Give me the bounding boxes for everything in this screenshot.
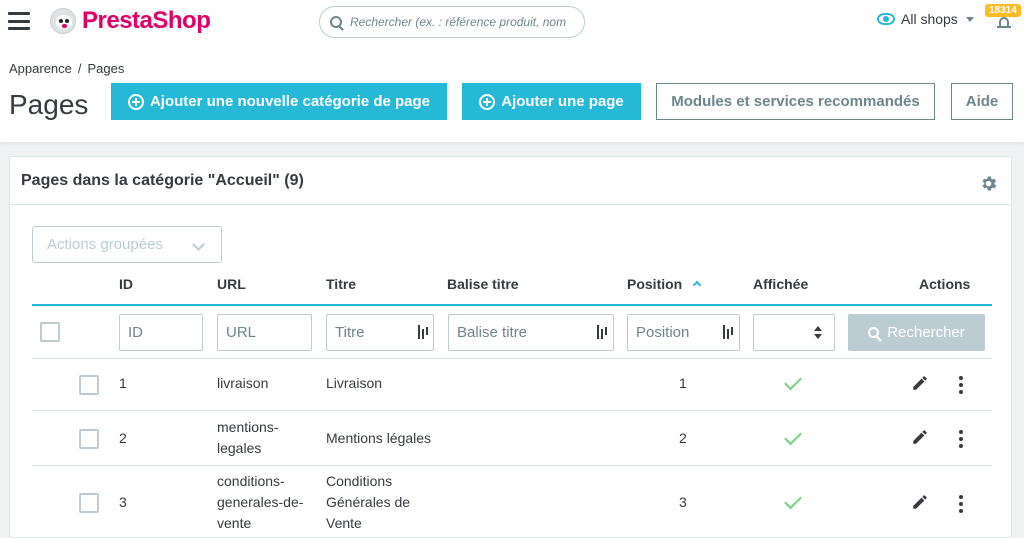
filter-url-input[interactable] bbox=[217, 314, 312, 351]
filter-meta-title-input[interactable] bbox=[448, 314, 614, 351]
shop-selector[interactable]: All shops bbox=[877, 11, 974, 27]
pages-card: Pages dans la catégorie "Accueil" (9) Ac… bbox=[9, 156, 1012, 538]
column-header-title[interactable]: Titre bbox=[326, 276, 356, 292]
check-icon[interactable] bbox=[784, 372, 802, 391]
notifications-badge: 18314 bbox=[985, 4, 1021, 17]
shop-selector-label: All shops bbox=[901, 11, 958, 27]
cell-id: 3 bbox=[119, 494, 127, 510]
page-header: Apparence / Pages Pages Ajouter une nouv… bbox=[0, 44, 1024, 142]
more-actions-icon[interactable] bbox=[959, 430, 963, 448]
column-header-actions: Actions bbox=[919, 276, 971, 292]
add-category-label: Ajouter une nouvelle catégorie de page bbox=[149, 93, 431, 110]
breadcrumb-item-apparence[interactable]: Apparence bbox=[9, 61, 72, 76]
card-header: Pages dans la catégorie "Accueil" (9) bbox=[10, 157, 1011, 205]
add-page-button[interactable]: Ajouter une page bbox=[462, 83, 641, 120]
cell-url-line-2: generales-de- bbox=[217, 494, 304, 510]
recommended-modules-button[interactable]: Modules et services recommandés bbox=[656, 83, 935, 120]
dynamic-tag-icon[interactable] bbox=[723, 325, 733, 339]
cell-url-line-1: conditions- bbox=[217, 473, 285, 489]
puffin-logo-icon bbox=[50, 8, 76, 34]
cell-position: 3 bbox=[679, 494, 687, 510]
cell-url-line-3: vente bbox=[217, 515, 252, 531]
page-title: Pages bbox=[9, 89, 89, 120]
caret-down-icon bbox=[814, 334, 822, 339]
more-actions-icon[interactable] bbox=[959, 376, 963, 394]
help-button[interactable]: Aide bbox=[951, 83, 1013, 120]
chevron-down-icon bbox=[192, 238, 205, 251]
menu-icon[interactable] bbox=[8, 12, 30, 30]
cell-title-line-3: Vente bbox=[326, 515, 362, 531]
column-header-position-label: Position bbox=[627, 276, 683, 292]
filter-id-input[interactable] bbox=[119, 314, 203, 351]
bulk-actions-label: Actions groupées bbox=[47, 236, 163, 253]
eye-icon bbox=[877, 13, 895, 25]
breadcrumb: Apparence / Pages bbox=[9, 61, 124, 76]
cell-id: 1 bbox=[119, 375, 127, 391]
caret-up-icon bbox=[814, 326, 822, 331]
filter-row: Rechercher bbox=[32, 306, 992, 359]
add-page-label: Ajouter une page bbox=[501, 93, 624, 110]
cell-title-line-1: Conditions bbox=[326, 473, 393, 489]
search-icon bbox=[330, 16, 342, 28]
cell-title-line-2: Générales de bbox=[326, 494, 411, 510]
global-search[interactable] bbox=[319, 6, 585, 38]
caret-down-icon bbox=[965, 16, 974, 22]
edit-pencil-icon[interactable] bbox=[911, 428, 929, 446]
cell-id: 2 bbox=[119, 430, 127, 446]
top-bar: PrestaShop All shops 18314 bbox=[0, 0, 1024, 44]
cell-url-line-1: mentions- bbox=[217, 419, 279, 435]
breadcrumb-separator: / bbox=[77, 61, 82, 76]
cell-position: 2 bbox=[679, 430, 687, 446]
cell-position: 1 bbox=[679, 375, 687, 391]
table-row: 3 conditions- generales-de- vente Condit… bbox=[32, 466, 992, 538]
column-header-displayed: Affichée bbox=[753, 276, 809, 292]
filter-displayed-select[interactable] bbox=[753, 314, 835, 351]
check-icon[interactable] bbox=[784, 427, 802, 446]
search-filter-label: Rechercher bbox=[887, 324, 965, 341]
bulk-actions-dropdown[interactable]: Actions groupées bbox=[32, 226, 222, 263]
check-icon[interactable] bbox=[784, 491, 802, 510]
dynamic-tag-icon[interactable] bbox=[597, 325, 607, 339]
add-category-button[interactable]: Ajouter une nouvelle catégorie de page bbox=[111, 83, 447, 120]
add-circle-icon bbox=[479, 93, 496, 110]
column-header-position[interactable]: Position bbox=[627, 276, 702, 292]
table-row: 2 mentions- legales Mentions légales 2 bbox=[32, 411, 992, 466]
cell-title: Mentions légales bbox=[326, 430, 432, 446]
edit-pencil-icon[interactable] bbox=[911, 493, 929, 511]
sort-ascending-icon[interactable] bbox=[692, 280, 702, 290]
edit-pencil-icon[interactable] bbox=[911, 374, 929, 392]
cell-url: livraison bbox=[217, 375, 269, 391]
row-checkbox[interactable] bbox=[79, 429, 99, 449]
brand-name: PrestaShop bbox=[82, 7, 211, 34]
card-title: Pages dans la catégorie "Accueil" (9) bbox=[21, 171, 304, 189]
logo[interactable]: PrestaShop bbox=[50, 7, 211, 35]
search-input[interactable] bbox=[350, 15, 584, 29]
gear-icon[interactable] bbox=[979, 174, 998, 193]
search-filter-button[interactable]: Rechercher bbox=[848, 314, 985, 351]
cell-url-line-2: legales bbox=[217, 440, 262, 456]
row-checkbox[interactable] bbox=[79, 493, 99, 513]
breadcrumb-item-pages: Pages bbox=[87, 61, 125, 76]
row-checkbox[interactable] bbox=[79, 375, 99, 395]
cell-title: Livraison bbox=[326, 375, 383, 391]
dynamic-tag-icon[interactable] bbox=[418, 325, 428, 339]
table-row: 1 livraison Livraison 1 bbox=[32, 359, 992, 411]
column-header-url[interactable]: URL bbox=[217, 276, 246, 292]
search-icon bbox=[868, 327, 880, 338]
more-actions-icon[interactable] bbox=[959, 495, 963, 513]
select-all-checkbox[interactable] bbox=[40, 322, 60, 342]
column-header-id[interactable]: ID bbox=[119, 276, 133, 292]
column-header-meta-title[interactable]: Balise titre bbox=[447, 276, 519, 292]
add-circle-icon bbox=[127, 93, 144, 110]
